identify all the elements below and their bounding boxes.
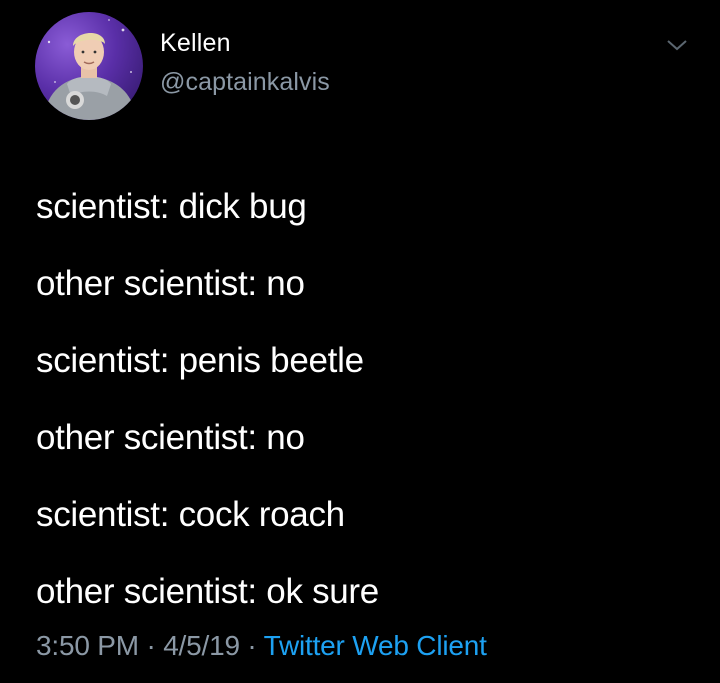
tweet-line: other scientist: no <box>36 418 305 457</box>
meta-separator: · <box>239 630 264 661</box>
author-handle[interactable]: @captainkalvis <box>160 68 330 97</box>
tweet-line: other scientist: no <box>36 264 305 303</box>
tweet-text: scientist: dick bug other scientist: no … <box>36 168 706 630</box>
tweet-line: other scientist: ok sure <box>36 572 379 611</box>
chevron-down-icon[interactable] <box>664 36 690 54</box>
tweet-source-link[interactable]: Twitter Web Client <box>264 630 487 661</box>
tweet-time[interactable]: 3:50 PM <box>36 630 139 661</box>
meta-separator: · <box>138 630 164 661</box>
tweet-line: scientist: cock roach <box>36 495 345 534</box>
tweet-card: Kellen @captainkalvis scientist: dick bu… <box>0 0 720 683</box>
tweet-line: scientist: dick bug <box>36 187 307 226</box>
tweet-metadata: 3:50 PM · 4/5/19 · Twitter Web Client <box>36 630 487 662</box>
author-name[interactable]: Kellen <box>160 29 231 58</box>
avatar[interactable] <box>35 12 143 120</box>
tweet-line: scientist: penis beetle <box>36 341 364 380</box>
profile-photo <box>43 19 137 120</box>
tweet-date[interactable]: 4/5/19 <box>163 630 240 661</box>
